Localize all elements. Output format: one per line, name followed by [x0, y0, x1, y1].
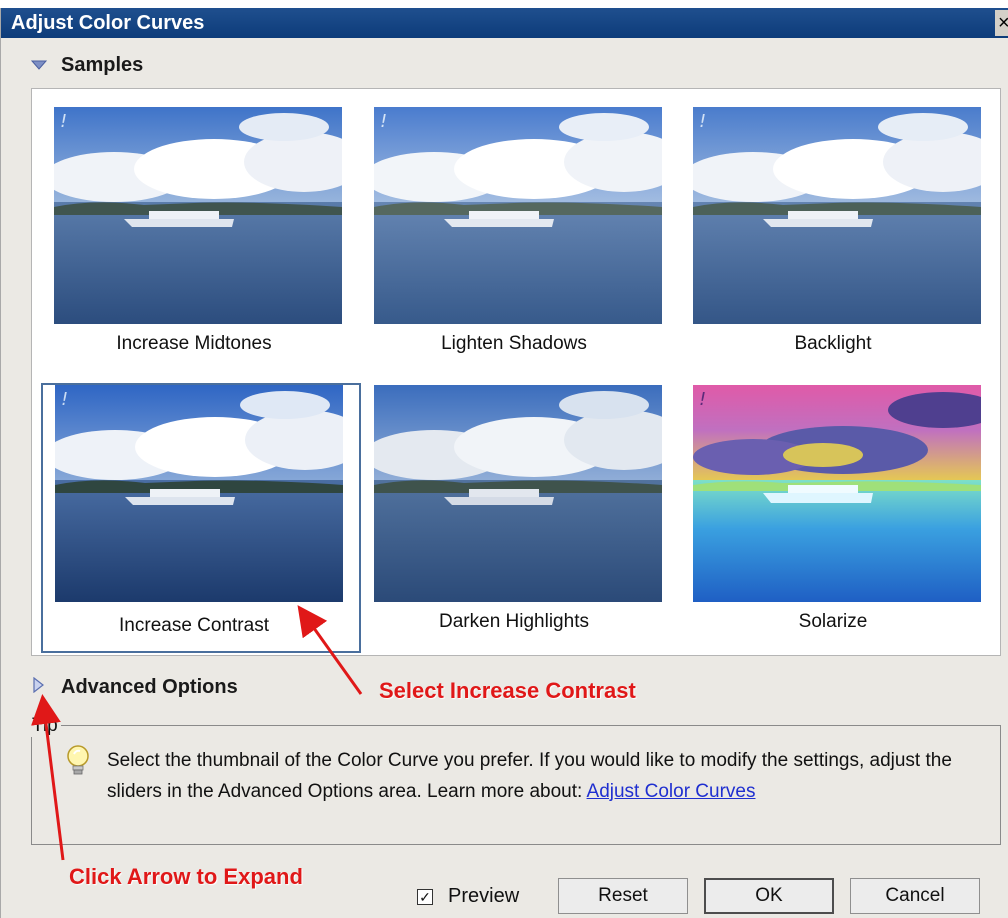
ok-button[interactable]: OK	[704, 878, 834, 914]
adjust-color-curves-dialog: Adjust Color Curves × Samples ! Increase…	[0, 8, 1008, 918]
preview-checkbox[interactable]: ✓ Preview	[417, 885, 519, 908]
preview-label: Preview	[448, 885, 520, 907]
checkbox-checked-icon[interactable]: ✓	[417, 888, 433, 905]
annotation-arrows	[31, 605, 363, 861]
arrow-to-increase-contrast	[297, 605, 363, 695]
cancel-button[interactable]: Cancel	[850, 878, 980, 914]
reset-button[interactable]: Reset	[558, 878, 688, 914]
arrow-to-expand-toggle	[31, 694, 65, 861]
